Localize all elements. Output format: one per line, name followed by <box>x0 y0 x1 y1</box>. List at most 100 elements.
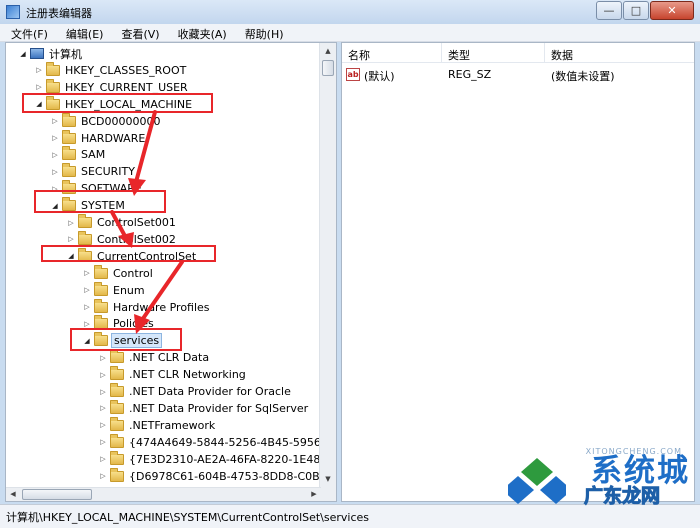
tree-vertical-scrollbar[interactable]: ▲ ▼ <box>319 43 336 501</box>
tree-node-hardware[interactable]: ▷ HARDWARE <box>50 129 147 147</box>
tree-node-474a4649-5844-5256-4b45-5956414cff[interactable]: ▷ {474A4649-5844-5256-4B45-5956414CFF <box>98 433 336 451</box>
menu-bar: 文件(F) 编辑(E) 查看(V) 收藏夹(A) 帮助(H) <box>0 24 700 42</box>
tree-node-label: .NET Data Provider for SqlServer <box>129 401 309 415</box>
expand-arrow-icon[interactable]: ▷ <box>98 472 108 480</box>
menu-view[interactable]: 查看(V) <box>110 24 166 41</box>
tree-node-net-data-provider-for-sqlserver[interactable]: ▷ .NET Data Provider for SqlServer <box>98 399 310 417</box>
expand-arrow-icon[interactable]: ▷ <box>66 235 76 243</box>
expand-arrow-icon[interactable]: ▷ <box>98 438 108 446</box>
tree-node-net-clr-data[interactable]: ▷ .NET CLR Data <box>98 349 211 366</box>
tree-node-net-clr-networking[interactable]: ▷ .NET CLR Networking <box>98 366 248 383</box>
menu-file[interactable]: 文件(F) <box>0 24 55 41</box>
scroll-thumb[interactable] <box>322 60 334 76</box>
menu-help[interactable]: 帮助(H) <box>234 24 291 41</box>
regedit-app-icon <box>6 5 20 19</box>
computer-icon <box>30 48 44 59</box>
tree-node-hardware-profiles[interactable]: ▷ Hardware Profiles <box>82 298 212 316</box>
window-title: 注册表编辑器 <box>26 7 92 20</box>
values-list-pane[interactable]: 名称 类型 数据 ab (默认) REG_SZ (数值未设置) <box>341 42 695 502</box>
tree-node-[interactable]: ◢ 计算机 <box>18 45 84 62</box>
column-divider[interactable] <box>441 43 442 63</box>
folder-icon <box>110 366 124 381</box>
expand-arrow-icon[interactable]: ▷ <box>66 219 76 227</box>
folder-icon <box>78 230 92 245</box>
tree-node-enum[interactable]: ▷ Enum <box>82 281 147 299</box>
tree-node-label: ControlSet001 <box>97 216 176 229</box>
folder-icon <box>62 146 76 161</box>
collapse-arrow-icon[interactable]: ◢ <box>18 50 28 58</box>
expand-arrow-icon[interactable]: ▷ <box>50 168 60 176</box>
folder-icon <box>62 112 76 127</box>
expand-arrow-icon[interactable]: ▷ <box>34 83 44 91</box>
tree-node-d6978c61-604b-4753-8dd8-c0b1293b[interactable]: ▷ {D6978C61-604B-4753-8DD8-C0B1293B <box>98 467 337 485</box>
tree-node-7e3d2310-ae2a-46fa-8220-1e48f50e5[interactable]: ▷ {7E3D2310-AE2A-46FA-8220-1E48F50E5 <box>98 450 337 468</box>
column-divider[interactable] <box>544 43 545 63</box>
folder-icon <box>94 264 108 279</box>
close-button[interactable]: ✕ <box>650 1 694 20</box>
maximize-button[interactable]: □ <box>623 1 649 20</box>
scroll-left-arrow-icon[interactable]: ◀ <box>6 488 20 501</box>
status-path: 计算机\HKEY_LOCAL_MACHINE\SYSTEM\CurrentCon… <box>6 511 370 524</box>
folder-icon <box>46 61 60 76</box>
tree-node-bcd00000000[interactable]: ▷ BCD00000000 <box>50 112 163 130</box>
tree-node-label: HKEY_CLASSES_ROOT <box>65 63 187 77</box>
column-header-name[interactable]: 名称 <box>348 47 370 63</box>
minimize-button[interactable]: — <box>596 1 622 20</box>
tree-node-net-data-provider-for-oracle[interactable]: ▷ .NET Data Provider for Oracle <box>98 383 293 400</box>
expand-arrow-icon[interactable]: ▷ <box>50 117 60 125</box>
expand-arrow-icon[interactable]: ▷ <box>50 151 60 159</box>
tree-node-label: SECURITY <box>81 165 135 179</box>
expand-arrow-icon[interactable]: ▷ <box>98 371 108 379</box>
menu-edit[interactable]: 编辑(E) <box>55 24 111 41</box>
tree-node-label: Hardware Profiles <box>113 300 210 314</box>
tree-node-label: .NETFramework <box>129 418 216 432</box>
watermark-logo-icon <box>508 458 566 504</box>
tree-node-security[interactable]: ▷ SECURITY <box>50 163 137 180</box>
expand-arrow-icon[interactable]: ▷ <box>50 134 60 142</box>
folder-icon <box>62 129 76 144</box>
column-header-type[interactable]: 类型 <box>448 47 470 63</box>
folder-icon <box>110 433 124 448</box>
tree-node-label: ControlSet002 <box>97 232 176 246</box>
expand-arrow-icon[interactable]: ▷ <box>98 455 108 463</box>
tree-node-label: {D6978C61-604B-4753-8DD8-C0B1293B <box>129 469 337 483</box>
folder-icon <box>110 467 124 482</box>
list-header: 名称 类型 数据 <box>342 43 694 63</box>
tree-node-label: {7E3D2310-AE2A-46FA-8220-1E48F50E5 <box>129 452 337 466</box>
tree-node-label: 计算机 <box>49 47 82 61</box>
menu-favorites[interactable]: 收藏夹(A) <box>167 24 234 41</box>
window-controls: — □ ✕ <box>595 1 694 20</box>
scroll-down-arrow-icon[interactable]: ▼ <box>320 471 336 487</box>
h-scroll-thumb[interactable] <box>22 489 92 500</box>
expand-arrow-icon[interactable]: ▷ <box>98 388 108 396</box>
tree-node-controlset001[interactable]: ▷ ControlSet001 <box>66 214 178 231</box>
watermark-site: 广东龙网 <box>583 485 660 508</box>
expand-arrow-icon[interactable]: ▷ <box>34 66 44 74</box>
expand-arrow-icon[interactable]: ▷ <box>98 354 108 362</box>
expand-arrow-icon[interactable]: ▷ <box>82 320 92 328</box>
tree-node-label: .NET Data Provider for Oracle <box>129 385 291 398</box>
tree-node-label: Enum <box>113 283 145 297</box>
scroll-right-arrow-icon[interactable]: ▶ <box>307 488 321 501</box>
folder-icon <box>94 281 108 296</box>
scroll-up-arrow-icon[interactable]: ▲ <box>320 43 336 59</box>
value-row[interactable]: ab (默认) REG_SZ (数值未设置) <box>342 67 694 85</box>
highlight-system <box>34 190 166 213</box>
tree-node-sam[interactable]: ▷ SAM <box>50 146 107 163</box>
expand-arrow-icon[interactable]: ▷ <box>82 286 92 294</box>
folder-icon <box>46 78 60 93</box>
tree-node-netframework[interactable]: ▷ .NETFramework <box>98 416 217 434</box>
expand-arrow-icon[interactable]: ▷ <box>82 269 92 277</box>
expand-arrow-icon[interactable]: ▷ <box>82 303 92 311</box>
title-bar[interactable]: 注册表编辑器 — □ ✕ <box>0 0 700 24</box>
tree-node-hkey-classes-root[interactable]: ▷ HKEY_CLASSES_ROOT <box>34 61 188 79</box>
tree-horizontal-scrollbar[interactable]: ◀ ▶ <box>6 487 321 501</box>
column-header-data[interactable]: 数据 <box>551 47 573 63</box>
expand-arrow-icon[interactable]: ▷ <box>98 404 108 412</box>
tree-node-label: HKEY_CURRENT_USER <box>65 80 188 94</box>
folder-icon <box>110 399 124 414</box>
expand-arrow-icon[interactable]: ▷ <box>98 421 108 429</box>
tree-node-control[interactable]: ▷ Control <box>82 264 155 282</box>
tree-node-label: HARDWARE <box>81 131 146 145</box>
registry-editor-window: 注册表编辑器 — □ ✕ 文件(F) 编辑(E) 查看(V) 收藏夹(A) 帮助… <box>0 0 700 528</box>
